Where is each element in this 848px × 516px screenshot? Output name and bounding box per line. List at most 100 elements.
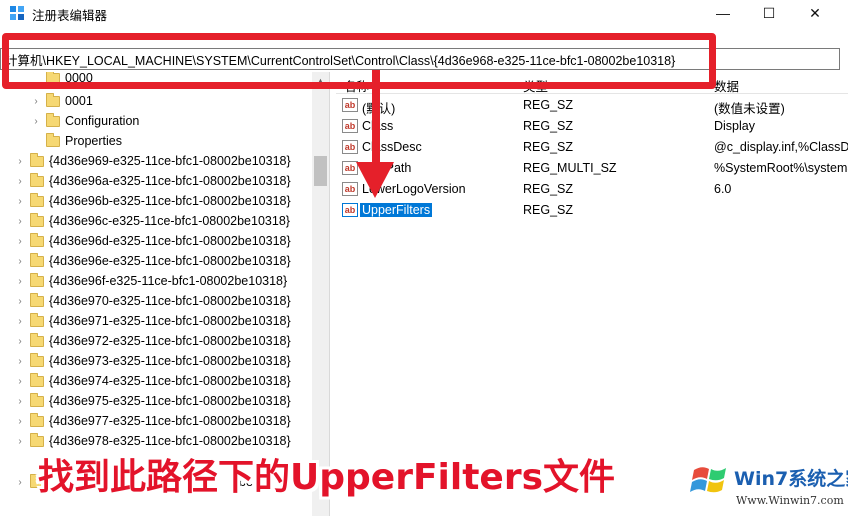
tree-item-label: {4d36e975-e325-11ce-bfc1-08002be10318} <box>49 394 291 408</box>
value-name: ClassDesc <box>362 140 422 154</box>
tree-item-key[interactable]: › {4d36e975-e325-11ce-bfc1-08002be10318} <box>14 391 291 411</box>
chevron-right-icon[interactable]: › <box>14 256 26 267</box>
tree-item-label: {4d36e96a-e325-11ce-bfc1-08002be10318} <box>49 174 291 188</box>
value-data: (数值未设置) <box>714 102 785 116</box>
scroll-up-arrow-icon[interactable]: ▲ <box>312 72 329 89</box>
value-row-upperfilters[interactable]: ab UpperFilters REG_SZ <box>336 200 848 221</box>
string-value-icon: ab <box>342 98 358 112</box>
value-data: 6.0 <box>714 182 732 196</box>
chevron-right-icon[interactable]: › <box>14 316 26 327</box>
tree-item-key[interactable]: › {4d36e974-e325-11ce-bfc1-08002be10318} <box>14 371 291 391</box>
folder-icon <box>30 152 44 167</box>
folder-icon <box>30 332 44 347</box>
folder-icon <box>30 432 44 447</box>
tree-item-key[interactable]: › {4d36e969-e325-11ce-bfc1-08002be10318} <box>14 151 291 171</box>
tree-item-0000[interactable]: 0000 <box>30 72 93 88</box>
tree-item-key[interactable]: › {4d36e96b-e325-11ce-bfc1-08002be10318} <box>14 191 291 211</box>
value-data: @c_display.inf,%ClassDesc <box>714 140 848 154</box>
chevron-right-icon[interactable]: › <box>14 156 26 167</box>
tree-item-label: {4d36e973-e325-11ce-bfc1-08002be10318} <box>49 354 291 368</box>
folder-icon <box>46 92 60 107</box>
multi-string-value-icon: ab <box>342 203 358 217</box>
column-header-name[interactable]: 名称 <box>344 76 369 95</box>
tree-item-configuration[interactable]: › Configuration <box>30 111 139 131</box>
value-data: %SystemRoot%\system32 <box>714 161 848 175</box>
folder-icon <box>46 132 60 147</box>
chevron-right-icon[interactable]: › <box>14 216 26 227</box>
value-row-classdesc[interactable]: ab ClassDesc REG_SZ @c_display.inf,%Clas… <box>336 137 848 158</box>
tree-item-key[interactable]: › {4d36e972-e325-11ce-bfc1-08002be10318} <box>14 331 291 351</box>
tree-item-label: {4d36e971-e325-11ce-bfc1-08002be10318} <box>49 314 291 328</box>
tree-item-label: 0000 <box>65 72 93 85</box>
tree-item-label: {4d36e972-e325-11ce-bfc1-08002be10318} <box>49 334 291 348</box>
value-type: REG_SZ <box>523 182 574 196</box>
tree-item-key[interactable]: › {4d36e96e-e325-11ce-bfc1-08002be10318} <box>14 251 291 271</box>
folder-icon <box>30 192 44 207</box>
tree-item-label: {4d36e978-e325-11ce-bfc1-08002be10318} <box>49 434 291 448</box>
string-value-icon: ab <box>342 119 358 133</box>
tree-item-key[interactable]: › {4d36e971-e325-11ce-bfc1-08002be10318} <box>14 311 291 331</box>
tree-item-key[interactable]: › {4d36e96f-e325-11ce-bfc1-08002be10318} <box>14 271 287 291</box>
value-name: (默认) <box>362 102 396 116</box>
folder-icon <box>30 172 44 187</box>
folder-icon <box>30 232 44 247</box>
tree-item-key[interactable]: › {4d36e96c-e325-11ce-bfc1-08002be10318} <box>14 211 290 231</box>
chevron-right-icon[interactable]: › <box>14 376 26 387</box>
maximize-button[interactable]: ☐ <box>746 0 792 26</box>
value-data: Display <box>714 119 755 133</box>
folder-icon <box>30 372 44 387</box>
string-value-icon: ab <box>342 161 358 175</box>
scroll-thumb[interactable] <box>314 156 327 186</box>
value-type: REG_SZ <box>523 98 574 112</box>
value-row-lowerlogoversion[interactable]: ab LowerLogoVersion REG_SZ 6.0 <box>336 179 848 200</box>
tree-item-properties[interactable]: Properties <box>30 131 122 151</box>
value-name: Class <box>362 119 394 133</box>
chevron-right-icon[interactable]: › <box>14 196 26 207</box>
folder-icon <box>30 252 44 267</box>
chevron-right-icon[interactable]: › <box>14 276 26 287</box>
tree-item-key[interactable]: › {4d36e970-e325-11ce-bfc1-08002be10318} <box>14 291 291 311</box>
tree-item-label: {4d36e96c-e325-11ce-bfc1-08002be10318} <box>49 214 290 228</box>
maximize-icon: ☐ <box>762 4 776 21</box>
value-type: REG_SZ <box>523 119 574 133</box>
chevron-right-icon[interactable]: › <box>14 416 26 427</box>
address-bar[interactable]: 计算机\HKEY_LOCAL_MACHINE\SYSTEM\CurrentCon… <box>0 48 840 70</box>
column-header-data[interactable]: 数据 <box>714 76 739 95</box>
string-value-icon: ab <box>342 140 358 154</box>
chevron-right-icon[interactable]: › <box>30 116 42 127</box>
chevron-right-icon[interactable]: › <box>14 436 26 447</box>
tree-item-label: {4d36e96b-e325-11ce-bfc1-08002be10318} <box>49 194 291 208</box>
chevron-right-icon[interactable]: › <box>14 236 26 247</box>
watermark-url: Www.Winwin7.com <box>736 494 844 507</box>
minimize-button[interactable]: — <box>700 0 746 26</box>
folder-icon <box>46 112 60 127</box>
column-header-row: 名称 类型 数据 <box>336 72 848 94</box>
chevron-right-icon[interactable]: › <box>14 477 26 488</box>
site-watermark: Win7系统之家 Www.Winwin7.com <box>690 458 848 516</box>
chevron-right-icon[interactable]: › <box>14 396 26 407</box>
value-name-selected: UpperFilters <box>360 203 433 217</box>
tree-item-label: Properties <box>65 134 122 148</box>
tree-item-0001[interactable]: › 0001 <box>30 91 93 111</box>
chevron-right-icon[interactable]: › <box>14 336 26 347</box>
tree-item-key[interactable]: › {4d36e96a-e325-11ce-bfc1-08002be10318} <box>14 171 291 191</box>
tree-item-key[interactable]: › {4d36e973-e325-11ce-bfc1-08002be10318} <box>14 351 291 371</box>
value-row-iconpath[interactable]: ab IconPath REG_MULTI_SZ %SystemRoot%\sy… <box>336 158 848 179</box>
chevron-right-icon[interactable]: › <box>14 356 26 367</box>
tree-item-key[interactable]: › {4d36e96d-e325-11ce-bfc1-08002be10318} <box>14 231 291 251</box>
address-path: 计算机\HKEY_LOCAL_MACHINE\SYSTEM\CurrentCon… <box>5 53 676 68</box>
folder-icon <box>30 392 44 407</box>
close-button[interactable]: ✕ <box>792 0 838 26</box>
value-type: REG_SZ <box>523 203 574 217</box>
value-row-class[interactable]: ab Class REG_SZ Display <box>336 116 848 137</box>
folder-icon <box>46 72 60 84</box>
chevron-right-icon[interactable]: › <box>14 176 26 187</box>
value-row-default[interactable]: ab (默认) REG_SZ (数值未设置) <box>336 95 848 116</box>
folder-icon <box>30 292 44 307</box>
title-bar: 注册表编辑器 — ☐ ✕ <box>0 0 848 26</box>
chevron-right-icon[interactable]: › <box>30 96 42 107</box>
tree-item-key[interactable]: › {4d36e977-e325-11ce-bfc1-08002be10318} <box>14 411 291 431</box>
chevron-right-icon[interactable]: › <box>14 296 26 307</box>
tree-item-label: {4d36e969-e325-11ce-bfc1-08002be10318} <box>49 154 291 168</box>
column-header-type[interactable]: 类型 <box>523 76 548 95</box>
